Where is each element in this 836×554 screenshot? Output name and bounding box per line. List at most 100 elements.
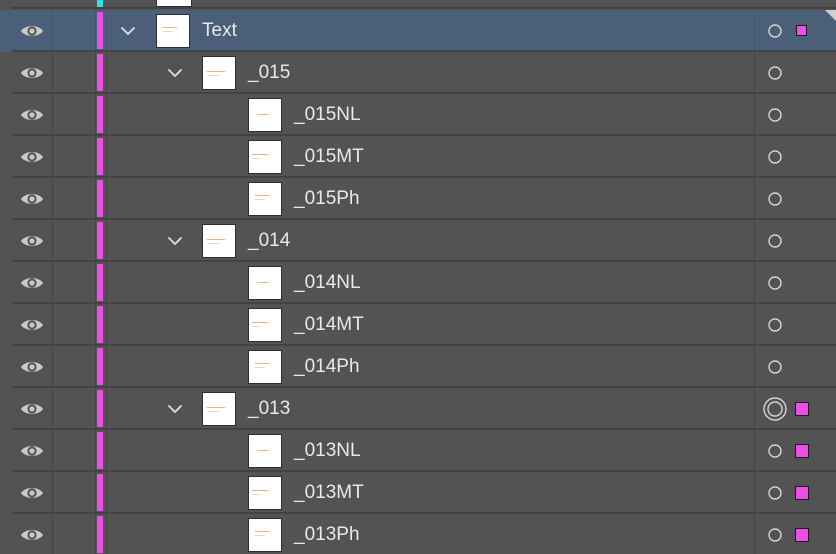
target-circle-icon[interactable] xyxy=(766,526,784,544)
column-divider xyxy=(754,52,755,94)
layer-name[interactable]: _013NL xyxy=(294,430,361,472)
selection-indicator[interactable] xyxy=(796,25,807,36)
visibility-eye-icon[interactable] xyxy=(12,514,52,554)
visibility-eye-icon[interactable] xyxy=(12,136,52,178)
layer-row[interactable]: _014Ph xyxy=(0,346,836,388)
layer-row[interactable]: Text xyxy=(0,10,836,52)
lock-toggle[interactable] xyxy=(53,472,95,514)
selection-indicator[interactable] xyxy=(795,528,809,542)
selection-indicator[interactable] xyxy=(795,486,809,500)
layer-color-bar xyxy=(97,390,103,427)
target-circle-icon[interactable] xyxy=(766,148,784,166)
column-divider xyxy=(95,94,96,136)
lock-toggle[interactable] xyxy=(53,514,95,554)
visibility-eye-icon[interactable] xyxy=(12,304,52,346)
layer-thumbnail xyxy=(248,518,282,552)
visibility-eye-icon[interactable] xyxy=(12,262,52,304)
layer-name[interactable]: _013 xyxy=(248,388,290,430)
column-divider xyxy=(95,178,96,220)
layer-row[interactable]: _013MT xyxy=(0,472,836,514)
selection-indicator[interactable] xyxy=(795,402,809,416)
lock-toggle[interactable] xyxy=(53,10,95,52)
target-circle-icon[interactable] xyxy=(766,358,784,376)
target-circle-icon[interactable] xyxy=(766,190,784,208)
layer-row[interactable]: _015MT xyxy=(0,136,836,178)
target-selected-icon[interactable] xyxy=(762,396,788,422)
lock-toggle[interactable] xyxy=(53,52,95,94)
layer-row[interactable]: _013 xyxy=(0,388,836,430)
lock-toggle[interactable] xyxy=(53,262,95,304)
layer-row[interactable]: _015Ph xyxy=(0,178,836,220)
column-divider xyxy=(95,136,96,178)
layer-color-bar xyxy=(97,222,103,259)
column-divider xyxy=(754,136,755,178)
lock-toggle[interactable] xyxy=(53,178,95,220)
layer-name[interactable]: _013Ph xyxy=(294,514,360,554)
layer-name[interactable]: _015 xyxy=(248,52,290,94)
layer-name[interactable]: _013MT xyxy=(294,472,364,514)
target-circle-icon[interactable] xyxy=(766,442,784,460)
visibility-eye-icon[interactable] xyxy=(12,94,52,136)
layer-color-bar xyxy=(97,516,103,553)
visibility-eye-icon[interactable] xyxy=(12,472,52,514)
layer-name[interactable]: _014NL xyxy=(294,262,361,304)
column-divider xyxy=(95,220,96,262)
target-circle-icon[interactable] xyxy=(766,106,784,124)
layer-thumbnail xyxy=(202,224,236,258)
layer-row[interactable]: _013NL xyxy=(0,430,836,472)
chevron-down-icon[interactable] xyxy=(119,22,137,40)
column-divider xyxy=(95,472,96,514)
lock-toggle[interactable] xyxy=(53,304,95,346)
visibility-eye-icon[interactable] xyxy=(12,178,52,220)
layer-name[interactable]: _015MT xyxy=(294,136,364,178)
parent-layer-color-bar xyxy=(97,0,103,7)
target-circle-icon[interactable] xyxy=(766,274,784,292)
layer-name[interactable]: _014Ph xyxy=(294,346,360,388)
selection-indicator[interactable] xyxy=(795,444,809,458)
visibility-eye-icon[interactable] xyxy=(12,10,52,52)
layer-color-bar xyxy=(97,432,103,469)
lock-toggle[interactable] xyxy=(53,346,95,388)
layer-thumbnail xyxy=(202,392,236,426)
chevron-down-icon[interactable] xyxy=(166,400,184,418)
column-divider xyxy=(754,220,755,262)
layer-color-bar xyxy=(97,138,103,175)
layer-name[interactable]: Text xyxy=(202,10,237,52)
layer-row[interactable]: _015 xyxy=(0,52,836,94)
layer-name[interactable]: _014MT xyxy=(294,304,364,346)
layer-thumbnail xyxy=(248,476,282,510)
layer-row[interactable]: _014MT xyxy=(0,304,836,346)
layer-thumbnail xyxy=(248,434,282,468)
column-divider xyxy=(754,388,755,430)
visibility-eye-icon[interactable] xyxy=(12,346,52,388)
layer-thumbnail xyxy=(248,140,282,174)
visibility-eye-icon[interactable] xyxy=(12,220,52,262)
parent-layer-thumbnail xyxy=(156,0,192,7)
layer-name[interactable]: _014 xyxy=(248,220,290,262)
column-divider xyxy=(106,262,107,304)
layer-row[interactable]: _014NL xyxy=(0,262,836,304)
lock-toggle[interactable] xyxy=(53,136,95,178)
column-divider xyxy=(754,94,755,136)
visibility-eye-icon[interactable] xyxy=(12,430,52,472)
layers-panel: Text _015 _015NL _015MT _015Ph _014 _014NL _014… xyxy=(0,0,836,554)
target-circle-icon[interactable] xyxy=(766,484,784,502)
visibility-eye-icon[interactable] xyxy=(12,388,52,430)
column-divider xyxy=(95,346,96,388)
chevron-down-icon[interactable] xyxy=(166,232,184,250)
target-circle-icon[interactable] xyxy=(766,316,784,334)
lock-toggle[interactable] xyxy=(53,220,95,262)
lock-toggle[interactable] xyxy=(53,388,95,430)
layer-name[interactable]: _015NL xyxy=(294,94,361,136)
target-circle-icon[interactable] xyxy=(766,22,784,40)
layer-row[interactable]: _013Ph xyxy=(0,514,836,554)
chevron-down-icon[interactable] xyxy=(166,64,184,82)
layer-name[interactable]: _015Ph xyxy=(294,178,360,220)
layer-row[interactable]: _014 xyxy=(0,220,836,262)
visibility-eye-icon[interactable] xyxy=(12,52,52,94)
layer-row[interactable]: _015NL xyxy=(0,94,836,136)
target-circle-icon[interactable] xyxy=(766,64,784,82)
lock-toggle[interactable] xyxy=(53,94,95,136)
lock-toggle[interactable] xyxy=(53,430,95,472)
target-circle-icon[interactable] xyxy=(766,232,784,250)
